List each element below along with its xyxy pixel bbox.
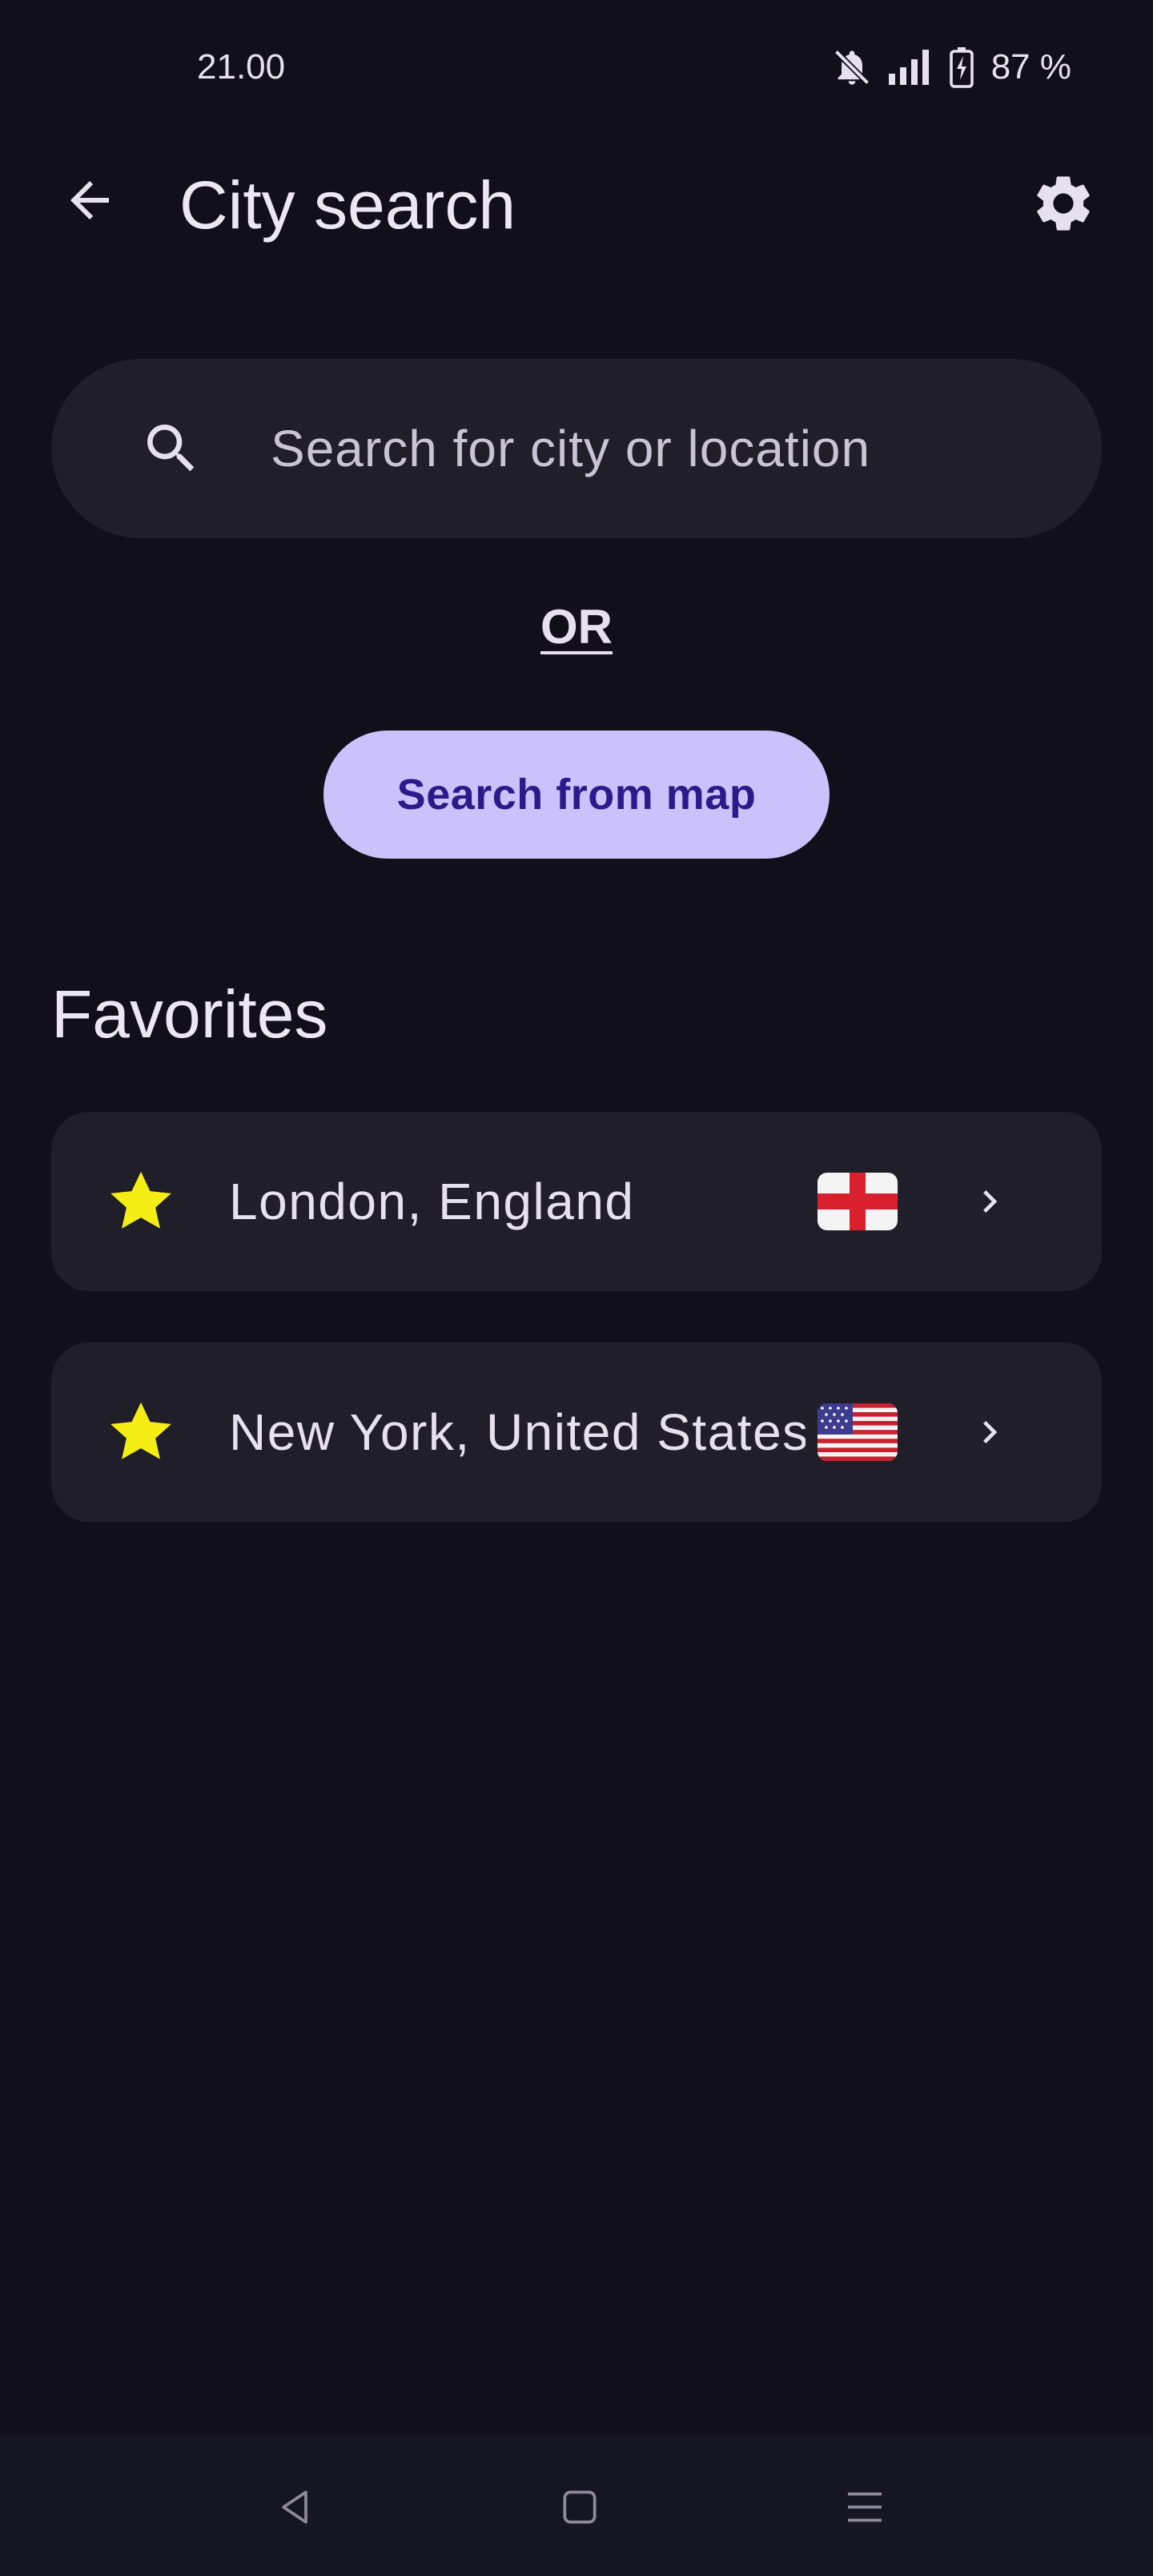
system-nav-bar [0,2435,1153,2576]
chevron-right-icon [964,1410,1015,1455]
england-flag-icon [815,1172,900,1231]
nav-back-button[interactable] [266,2480,323,2538]
favorite-city-name: London, England [229,1173,635,1230]
back-button[interactable] [50,162,130,242]
search-bar[interactable] [51,359,1102,538]
favorite-city-name: New York, United States [229,1403,805,1461]
battery-percent: 87 % [990,47,1071,87]
favorite-item-new-york[interactable]: New York, United States [51,1342,1102,1522]
nav-recents-button[interactable] [836,2480,894,2538]
us-flag-icon [815,1403,900,1462]
star-icon[interactable] [102,1169,179,1234]
back-triangle-icon [272,2485,317,2534]
star-icon[interactable] [102,1400,179,1464]
recents-menu-icon [842,2485,887,2534]
or-divider: OR [540,600,613,654]
battery-charging-icon [949,46,974,88]
chevron-right-icon [964,1179,1015,1224]
city-search-screen: 21.00 87 % City search Search for city o… [0,0,1153,2576]
home-square-icon [557,2485,602,2534]
status-time: 21.00 [197,47,286,87]
signal-icon [887,50,935,85]
search-icon [139,417,219,481]
gear-icon [1030,170,1097,241]
settings-button[interactable] [1023,165,1103,245]
search-from-map-button[interactable]: Search from map [323,731,830,859]
arrow-left-icon [61,171,119,233]
favorites-title: Favorites [51,976,328,1052]
page-title: City search [179,167,516,243]
bell-muted-icon [831,46,873,88]
favorite-item-london[interactable]: London, England [51,1112,1102,1291]
nav-home-button[interactable] [551,2480,609,2538]
search-input[interactable] [271,419,1102,478]
status-icons: 87 % [831,42,1071,93]
